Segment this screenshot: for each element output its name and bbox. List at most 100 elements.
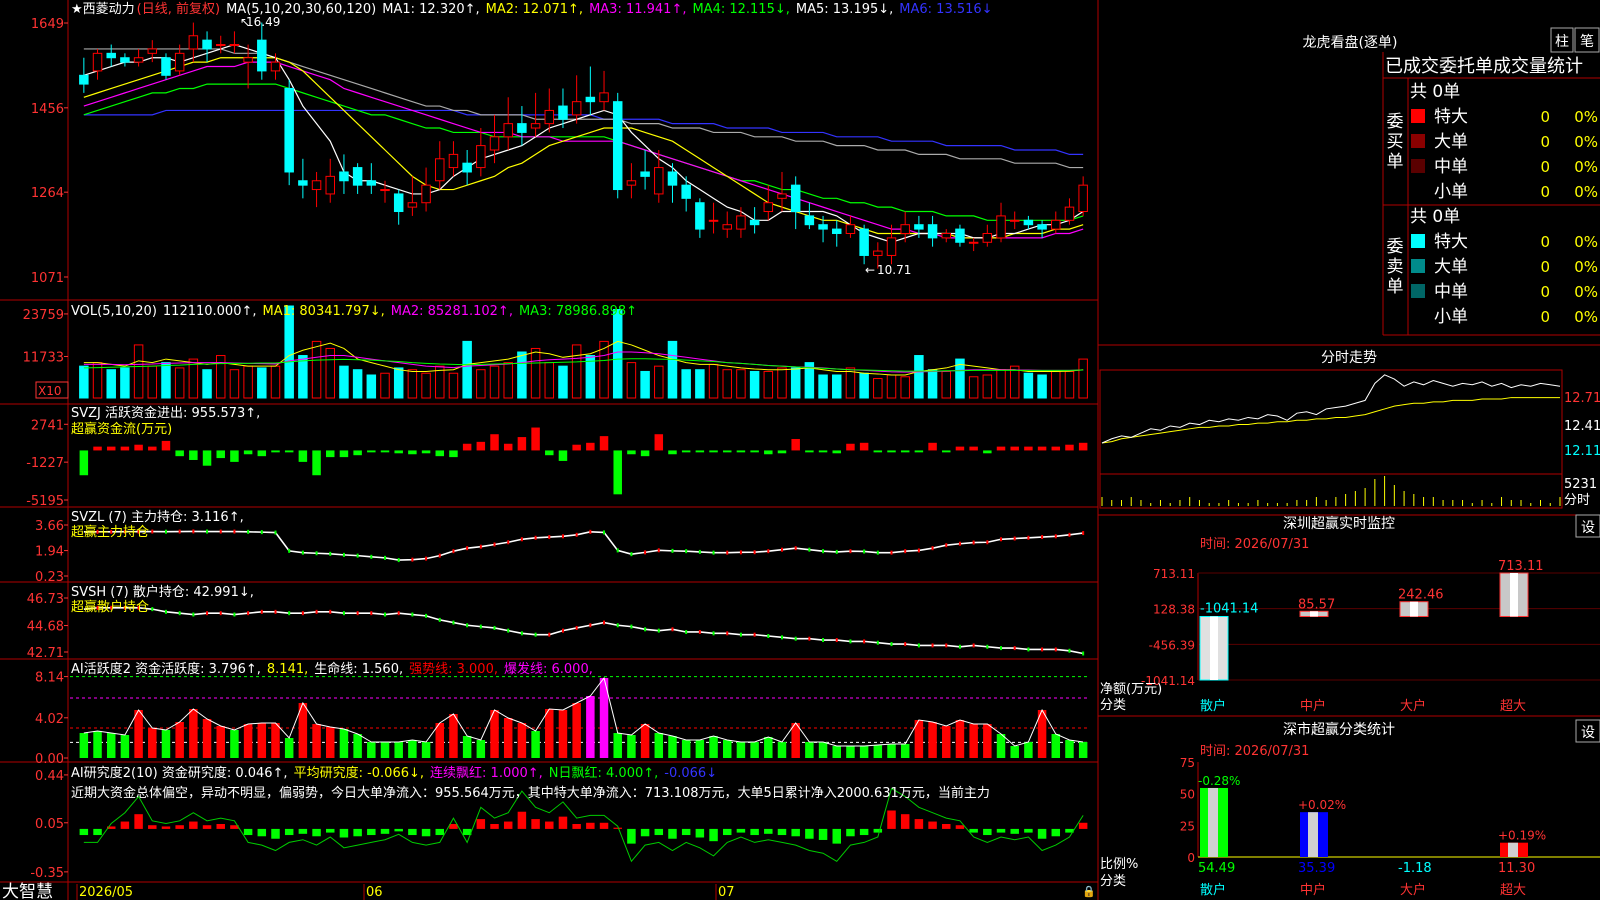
- ai-activity-bar: [695, 740, 705, 758]
- ai-activity-bar: [462, 736, 472, 758]
- svzj-bars-bar: [517, 437, 527, 451]
- svsh-line-tick-mark: [644, 627, 647, 632]
- svsh-line-tick-mark: [342, 611, 345, 616]
- intraday-axis: 12.71 12.41 12.11 5231分时: [1564, 391, 1600, 508]
- svzl-line-tick-mark: [151, 529, 154, 534]
- ai-activity-bar: [558, 710, 568, 758]
- volume-bar: [832, 374, 842, 399]
- svzj-bars-bar: [942, 450, 951, 453]
- svzj-bars-bar: [503, 443, 513, 451]
- svzj-bars: [79, 427, 1088, 495]
- ai-activity-bar: [120, 735, 130, 758]
- low-arrow-icon: ←: [865, 263, 875, 277]
- svzj-bars-bar: [1051, 446, 1061, 451]
- svzj-bars-bar: [490, 434, 499, 451]
- svzl-line-tick-mark: [192, 529, 195, 534]
- candle-body: [818, 224, 828, 230]
- sm-value-label-3: 11.30: [1498, 861, 1535, 876]
- volume-legend: VOL(5,10,20) 112110.000↑, MA1: 80341.797↓,…: [71, 304, 637, 319]
- svzl-line-tick-mark: [1054, 534, 1057, 539]
- ai2-bars-bar: [1024, 828, 1033, 833]
- ai-activity-bar: [928, 722, 937, 758]
- tick-mode-button[interactable]: 笔: [1574, 27, 1600, 53]
- stock-chart-window[interactable]: 1649 1456 1264 1071 ★西菱动力 (日线, 前复权) MA(5,10,2…: [0, 0, 1600, 900]
- ai-activity-bar: [243, 724, 253, 758]
- ai-research-pane[interactable]: 0.44 0.05 -0.35 AI研究度2(10) 资金研究度: 0.046↑, 平…: [30, 765, 1088, 881]
- bar-mode-button[interactable]: 柱: [1550, 27, 1574, 53]
- volume-bar: [585, 355, 596, 399]
- stock-name: ★西菱动力: [71, 2, 135, 17]
- svzj-bars-bar: [545, 450, 554, 456]
- svzj-legend: SVZJ 活跃资金进出: 955.573↑,: [71, 405, 260, 421]
- svzl-line-tick-mark: [835, 549, 838, 554]
- volume-pane[interactable]: 23759 11733 VOL(5,10,20) 112110.000↑, MA1: …: [23, 304, 1088, 399]
- svzl-line-tick-mark: [575, 532, 578, 537]
- svzl-line-tick-mark: [466, 546, 469, 551]
- lhb-panel[interactable]: 龙虎看盘(逐单) 柱 笔 已成交委托单成交量统计 委买单 委卖单 共 0单 共 …: [1303, 27, 1600, 336]
- buy-rows-count-0: 0: [1540, 108, 1550, 126]
- candle-body: [92, 52, 103, 72]
- candle-body: [161, 57, 171, 76]
- svzj-bars-bar: [627, 450, 636, 455]
- ai-activity-pane[interactable]: 8.14 4.02 0.00 AI活跃度2 资金活跃度: 3.796↑, 8.141,…: [35, 661, 1090, 767]
- candle-body: [476, 145, 486, 169]
- sm-xlabel: 分类: [1100, 874, 1126, 889]
- svzj-bars-bar: [189, 450, 198, 460]
- intraday-panel[interactable]: 分时走势 12.71 12.41 12.11 5231分时: [1099, 350, 1600, 509]
- price-legend-item-4: MA4: 12.115↓,: [692, 2, 789, 17]
- volume-bar: [1078, 358, 1088, 399]
- sz-settings-button[interactable]: 设: [1575, 514, 1600, 538]
- buy-label-char-1: 买: [1387, 132, 1404, 152]
- svsh-line-tick-mark: [479, 624, 482, 629]
- ai2-bars-bar: [312, 828, 321, 837]
- volume-bar: [284, 305, 294, 399]
- svsh-line-tick-mark: [671, 627, 674, 632]
- volume-bar: [339, 365, 349, 399]
- svsh-pane[interactable]: 46.7344.6842.71 SVSH (7) 散户持仓: 42.991↓, …: [27, 584, 1085, 661]
- candle-body: [503, 123, 513, 138]
- ai-activity-bar: [586, 696, 595, 758]
- sell-rows-label-2: 中单: [1434, 282, 1468, 302]
- sz-category-3: 超大: [1500, 699, 1526, 714]
- price-axis-tick-3: 1071: [31, 271, 64, 286]
- ai-activity-bar: [1065, 740, 1074, 758]
- svzl-pane[interactable]: 3.66 1.94 0.23 SVZL (7) 主力持仓: 3.116↑, 超赢主力…: [35, 510, 1085, 585]
- intraday-vol-unit: 分时: [1564, 493, 1590, 508]
- volume-bar: [462, 340, 472, 399]
- sm-value-label-1: 35.39: [1298, 861, 1335, 876]
- svzj-bars-bar: [1024, 446, 1033, 451]
- ai-activity-bar: [230, 730, 239, 758]
- svzj-bars-bar: [271, 450, 280, 453]
- volume-bar: [968, 376, 979, 399]
- svzl-line-tick-mark: [370, 554, 373, 559]
- svzj-axis: 2741 -1227 -5195: [26, 418, 68, 509]
- ai1-legend-item-1: 8.141,: [267, 662, 308, 677]
- svsh-subtitle: 超赢散户持仓: [71, 599, 149, 615]
- svzj-bars-bar: [93, 446, 102, 451]
- volume-bar: [708, 363, 719, 399]
- sell-rows-count-2: 0: [1540, 283, 1550, 301]
- svzj-bars-bar: [736, 450, 746, 453]
- date-axis: 大智慧 2026/05 06 07 🔒: [2, 882, 1096, 900]
- sz-monitor-panel[interactable]: 深圳超赢实时监控 设 时间: 2026/07/31 713.11 128.38 -4…: [1100, 514, 1600, 714]
- volume-bar: [558, 365, 568, 399]
- price-pane[interactable]: 1649 1456 1264 1071 ★西菱动力 (日线, 前复权) MA(5,10,2…: [31, 1, 1088, 286]
- order-stats-tab[interactable]: 已成交委托单成交量统计: [1385, 56, 1583, 77]
- candle-body: [695, 202, 705, 230]
- svzl-line-tick-mark: [589, 529, 592, 534]
- ai1-legend-item-3: 强势线: 3.000,: [409, 661, 498, 677]
- volume-bar: [873, 378, 883, 399]
- candlesticks: [79, 22, 1088, 269]
- volume-bar: [161, 362, 171, 399]
- intraday-vol-tick: 5231: [1564, 477, 1597, 492]
- sm-settings-button[interactable]: 设: [1575, 719, 1600, 743]
- sm-stats-panel[interactable]: 深市超赢分类统计 设 时间: 2026/07/31 75 50 25 054.49 -0…: [1100, 719, 1600, 898]
- svzl-line-tick-mark: [794, 546, 797, 551]
- candle-body: [393, 193, 404, 213]
- ai2-bars-bar: [1078, 822, 1088, 829]
- volume-bar: [202, 369, 212, 399]
- ai2-bars-bar: [613, 827, 622, 829]
- candle-body: [571, 101, 582, 116]
- svzl-line-tick-mark: [1027, 535, 1030, 540]
- svzj-pane[interactable]: 2741 -1227 -5195 SVZJ 活跃资金进出: 955.573↑, 超赢…: [26, 405, 1088, 509]
